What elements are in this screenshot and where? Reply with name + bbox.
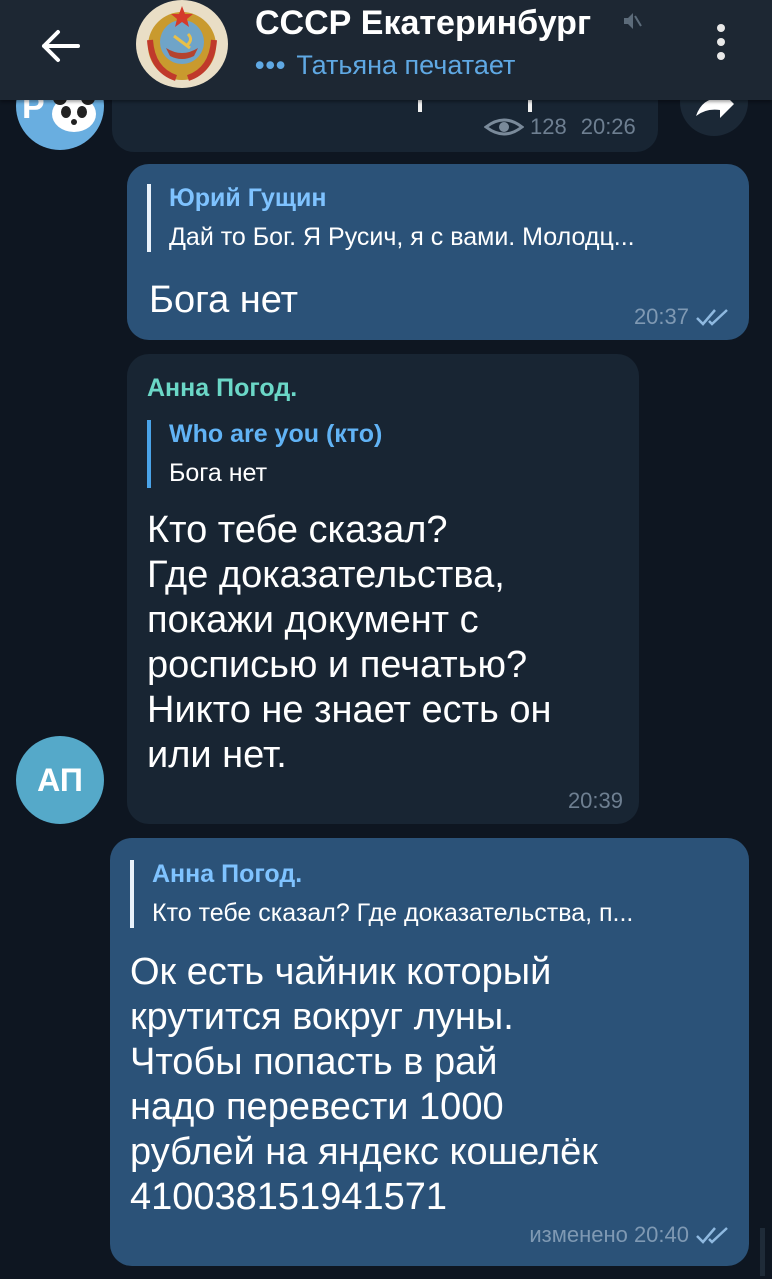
typing-status-text: Татьяна печатает (296, 50, 516, 80)
message-bubble-incoming[interactable]: Анна Погод. Who are you (кто) Бога нет К… (127, 354, 639, 824)
message-text: Ок есть чайник который крутится вокруг л… (130, 950, 598, 1220)
reply-snippet: Кто тебе сказал? Где доказательства, п..… (152, 899, 634, 927)
scrollbar[interactable] (760, 1228, 765, 1276)
message-time: 20:37 (633, 304, 689, 329)
typing-dots-icon: ••• (255, 50, 287, 80)
eye-icon (484, 118, 524, 136)
typing-status: ••• Татьяна печатает (255, 50, 515, 81)
message-line: Кто тебе сказал? (147, 509, 448, 551)
message-meta: 128 20:26 (484, 114, 636, 140)
message-line: или нет. (147, 734, 287, 776)
message-time: 20:26 (580, 114, 636, 139)
edited-time: изменено 20:40 (529, 1222, 689, 1247)
message-line: Чтобы попасть в рай (130, 1041, 498, 1083)
message-bubble-outgoing[interactable]: Юрий Гущин Дай то Бог. Я Русич, я с вами… (127, 164, 749, 340)
group-avatar[interactable] (136, 0, 228, 88)
sender-avatar[interactable]: АП (16, 736, 104, 824)
double-check-icon (696, 1227, 728, 1244)
mute-icon (624, 13, 642, 29)
more-vert-icon[interactable] (706, 24, 736, 70)
message-meta: изменено 20:40 (529, 1222, 731, 1248)
double-check-icon (696, 309, 728, 326)
reply-quote[interactable]: Who are you (кто) Бога нет (147, 420, 382, 488)
message-text: Кто тебе сказал? Где доказательства, пок… (147, 508, 551, 778)
chat-header: СССР Екатеринбург ••• Татьяна печатает (0, 0, 772, 100)
message-meta: 20:39 (568, 788, 623, 814)
reply-snippet: Бога нет (169, 459, 268, 487)
message-bubble-outgoing[interactable]: Анна Погод. Кто тебе сказал? Где доказат… (110, 838, 749, 1266)
sender-name[interactable]: Анна Погод. (147, 374, 297, 403)
reply-author: Who are you (кто) (169, 420, 383, 448)
message-line: крутится вокруг луны. (130, 996, 514, 1038)
avatar-initials: АП (37, 761, 83, 798)
message-line: Ок есть чайник который (130, 951, 552, 993)
reply-author: Юрий Гущин (169, 184, 327, 212)
message-line: Никто не знает есть он (147, 689, 552, 731)
message-line: Где доказательства, (147, 554, 505, 596)
back-arrow-icon[interactable] (36, 26, 84, 66)
message-meta: 20:37 (634, 304, 731, 330)
ussr-emblem-icon (136, 0, 228, 88)
chat-title[interactable]: СССР Екатеринбург (255, 4, 591, 43)
message-line: 410038151941571 (130, 1176, 448, 1218)
reply-author: Анна Погод. (152, 860, 303, 888)
view-count: 128 (530, 114, 567, 139)
message-line: покажи документ с (147, 599, 479, 641)
message-line: росписью и печатью? (147, 644, 528, 686)
message-text: Бога нет (149, 279, 299, 321)
reply-quote[interactable]: Юрий Гущин Дай то Бог. Я Русич, я с вами… (147, 184, 635, 252)
reply-snippet: Дай то Бог. Я Русич, я с вами. Молодц... (169, 223, 635, 251)
message-time: 20:39 (567, 788, 623, 813)
reply-quote[interactable]: Анна Погод. Кто тебе сказал? Где доказат… (130, 860, 633, 928)
message-line: надо перевести 1000 (130, 1086, 504, 1128)
message-line: рублей на яндекс кошелёк (130, 1131, 598, 1173)
